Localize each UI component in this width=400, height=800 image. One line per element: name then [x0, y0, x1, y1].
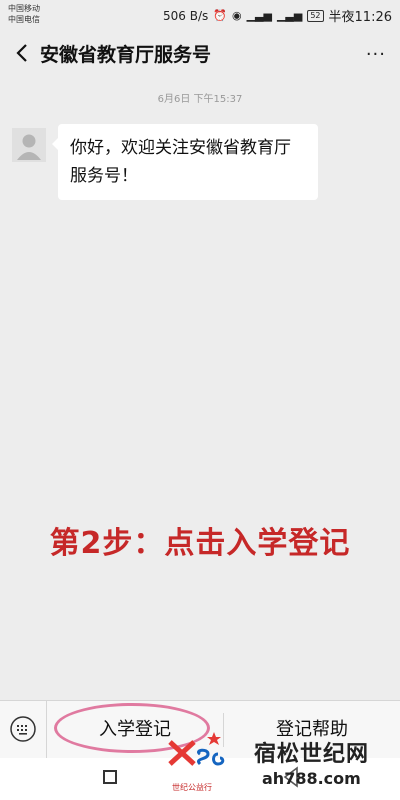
battery-icon: 52 [307, 9, 324, 22]
watermark-name: 宿松世纪网 [254, 742, 370, 767]
watermark-logo [168, 732, 225, 766]
signal-icon: ▁▃▅ [246, 9, 272, 22]
recent-apps-icon[interactable] [103, 770, 117, 784]
avatar[interactable] [12, 128, 46, 162]
default-avatar-icon [12, 128, 46, 162]
carrier-2: 中国电信 [8, 15, 40, 24]
back-arrow-icon[interactable] [10, 39, 36, 67]
signal-4g-icon: ▁▃▅ [276, 9, 303, 22]
status-bar: 中国移动 中国电信 506 B/s ⏰ ◉ ▁▃▅ ▁▃▅ 52 半夜11:26 [0, 0, 400, 30]
watermark-url: ah788.com [262, 769, 361, 788]
instruction-overlay: 第2步：点击入学登记 [49, 526, 351, 561]
eye-icon: ◉ [231, 9, 242, 22]
watermark-tag: 世纪公益行 [172, 783, 212, 792]
title-bar: 安徽省教育厅服务号 ··· [0, 30, 400, 76]
carrier-info: 中国移动 中国电信 [8, 3, 40, 25]
network-speed: 506 B/s [163, 8, 209, 23]
status-indicators: 506 B/s ⏰ ◉ ▁▃▅ ▁▃▅ 52 半夜11:26 [163, 6, 392, 26]
message-bubble[interactable]: 你好，欢迎关注安徽省教育厅服务号！ [52, 124, 318, 200]
page-title: 安徽省教育厅服务号 [40, 44, 212, 66]
more-icon[interactable]: ··· [366, 44, 386, 65]
message-timestamp: 6月6日 下午15:37 [157, 94, 243, 105]
carrier-1: 中国移动 [8, 4, 40, 13]
alarm-icon: ⏰ [213, 9, 227, 22]
keyboard-icon[interactable] [10, 716, 36, 742]
status-time: 半夜11:26 [328, 10, 392, 25]
